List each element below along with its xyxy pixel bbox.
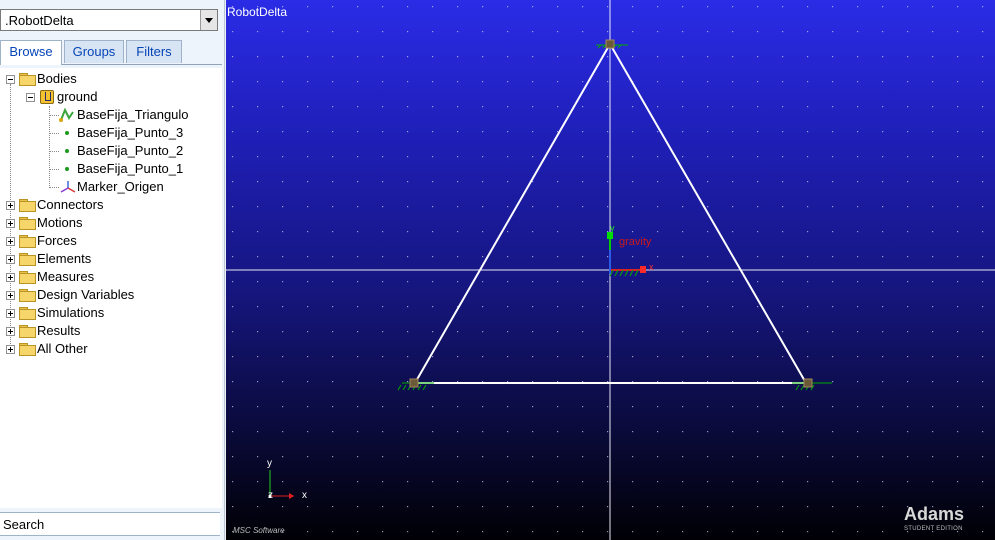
graphics-viewport[interactable]: y x gravity y z x RobotDelta MSC Softwar… bbox=[226, 0, 995, 540]
model-selector-value: .RobotDelta bbox=[5, 13, 74, 28]
triad-z-label: z bbox=[268, 490, 273, 501]
gravity-label: gravity bbox=[619, 236, 652, 248]
ground-icon bbox=[40, 90, 54, 104]
folder-icon bbox=[19, 73, 36, 86]
student-edition-label: STUDENT EDITION bbox=[904, 526, 963, 532]
tab-groups[interactable]: Groups bbox=[64, 40, 124, 63]
tree-item-label: BaseFija_Punto_3 bbox=[77, 125, 184, 140]
tree-item-motions[interactable]: Motions bbox=[0, 214, 220, 232]
search-field[interactable]: Search bbox=[0, 512, 220, 536]
tree-item-ground[interactable]: ground bbox=[0, 88, 220, 106]
browser-tabs: Browse Groups Filters bbox=[0, 40, 222, 65]
model-selector-dropdown[interactable]: .RobotDelta bbox=[0, 9, 218, 31]
collapse-icon[interactable] bbox=[6, 75, 15, 84]
adams-logo: Adams bbox=[904, 504, 965, 524]
tree-item-connectors[interactable]: Connectors bbox=[0, 196, 220, 214]
tree-item-label: Design Variables bbox=[37, 287, 135, 302]
expand-icon[interactable] bbox=[6, 309, 15, 318]
folder-icon bbox=[19, 199, 36, 212]
origin-y-axis-label: y bbox=[610, 223, 615, 233]
marker-icon bbox=[60, 181, 76, 193]
tree-item-forces[interactable]: Forces bbox=[0, 232, 220, 250]
tree-item-all-other[interactable]: All Other bbox=[0, 340, 220, 358]
tree-item-label: Connectors bbox=[37, 197, 104, 212]
point-icon bbox=[65, 167, 69, 171]
origin-x-axis-label: x bbox=[649, 262, 654, 272]
point-icon bbox=[65, 131, 69, 135]
expand-icon[interactable] bbox=[6, 255, 15, 264]
expand-icon[interactable] bbox=[6, 273, 15, 282]
model-browser-panel: .RobotDelta Browse Groups Filters Bodies bbox=[0, 0, 225, 540]
folder-icon bbox=[19, 289, 36, 302]
tree-item-label: Marker_Origen bbox=[77, 179, 164, 194]
expand-icon[interactable] bbox=[6, 345, 15, 354]
point-icon bbox=[65, 149, 69, 153]
tree-item-basefija-punto-3[interactable]: BaseFija_Punto_3 bbox=[0, 124, 220, 142]
tree-item-label: Measures bbox=[37, 269, 95, 284]
tree-item-design-variables[interactable]: Design Variables bbox=[0, 286, 220, 304]
folder-icon bbox=[19, 343, 36, 356]
tab-browse[interactable]: Browse bbox=[0, 40, 62, 65]
tree-item-label: ground bbox=[57, 89, 98, 104]
folder-icon bbox=[19, 325, 36, 338]
collapse-icon[interactable] bbox=[26, 93, 35, 102]
expand-icon[interactable] bbox=[6, 237, 15, 246]
folder-icon bbox=[19, 235, 36, 248]
tree-item-basefija-triangulo[interactable]: BaseFija_Triangulo bbox=[0, 106, 220, 124]
tree-item-elements[interactable]: Elements bbox=[0, 250, 220, 268]
folder-icon bbox=[19, 217, 36, 230]
tree-item-label: Results bbox=[37, 323, 81, 338]
chevron-down-icon[interactable] bbox=[200, 10, 217, 30]
tree-item-measures[interactable]: Measures bbox=[0, 268, 220, 286]
folder-icon bbox=[19, 253, 36, 266]
triad-x-label: x bbox=[302, 490, 307, 501]
folder-icon bbox=[19, 307, 36, 320]
tree-item-label: Elements bbox=[37, 251, 92, 266]
search-label: Search bbox=[3, 517, 45, 532]
msc-software-logo: MSC Software bbox=[233, 526, 285, 535]
model-tree: Bodies ground BaseFija_Triangulo BaseFij… bbox=[0, 68, 222, 508]
tree-item-marker-origen[interactable]: Marker_Origen bbox=[0, 178, 220, 196]
expand-icon[interactable] bbox=[6, 219, 15, 228]
viewport-canvas[interactable]: y x gravity y z x bbox=[226, 0, 995, 540]
tree-item-label: BaseFija_Triangulo bbox=[77, 107, 189, 122]
tree-item-label: Simulations bbox=[37, 305, 105, 320]
polyline-geometry-icon bbox=[59, 108, 74, 122]
tree-item-label: BaseFija_Punto_1 bbox=[77, 161, 184, 176]
tree-item-label: All Other bbox=[37, 341, 88, 356]
tree-item-basefija-punto-1[interactable]: BaseFija_Punto_1 bbox=[0, 160, 220, 178]
tree-item-label: Bodies bbox=[37, 71, 77, 86]
tab-filters[interactable]: Filters bbox=[126, 40, 182, 63]
tree-item-label: BaseFija_Punto_2 bbox=[77, 143, 184, 158]
triad-y-label: y bbox=[267, 458, 272, 469]
expand-icon[interactable] bbox=[6, 291, 15, 300]
viewport-model-title: RobotDelta bbox=[227, 5, 288, 19]
expand-icon[interactable] bbox=[6, 201, 15, 210]
tree-item-label: Forces bbox=[37, 233, 77, 248]
folder-icon bbox=[19, 271, 36, 284]
tree-item-results[interactable]: Results bbox=[0, 322, 220, 340]
tree-item-bodies[interactable]: Bodies bbox=[0, 70, 220, 88]
tree-item-simulations[interactable]: Simulations bbox=[0, 304, 220, 322]
expand-icon[interactable] bbox=[6, 327, 15, 336]
tree-item-basefija-punto-2[interactable]: BaseFija_Punto_2 bbox=[0, 142, 220, 160]
tree-item-label: Motions bbox=[37, 215, 83, 230]
